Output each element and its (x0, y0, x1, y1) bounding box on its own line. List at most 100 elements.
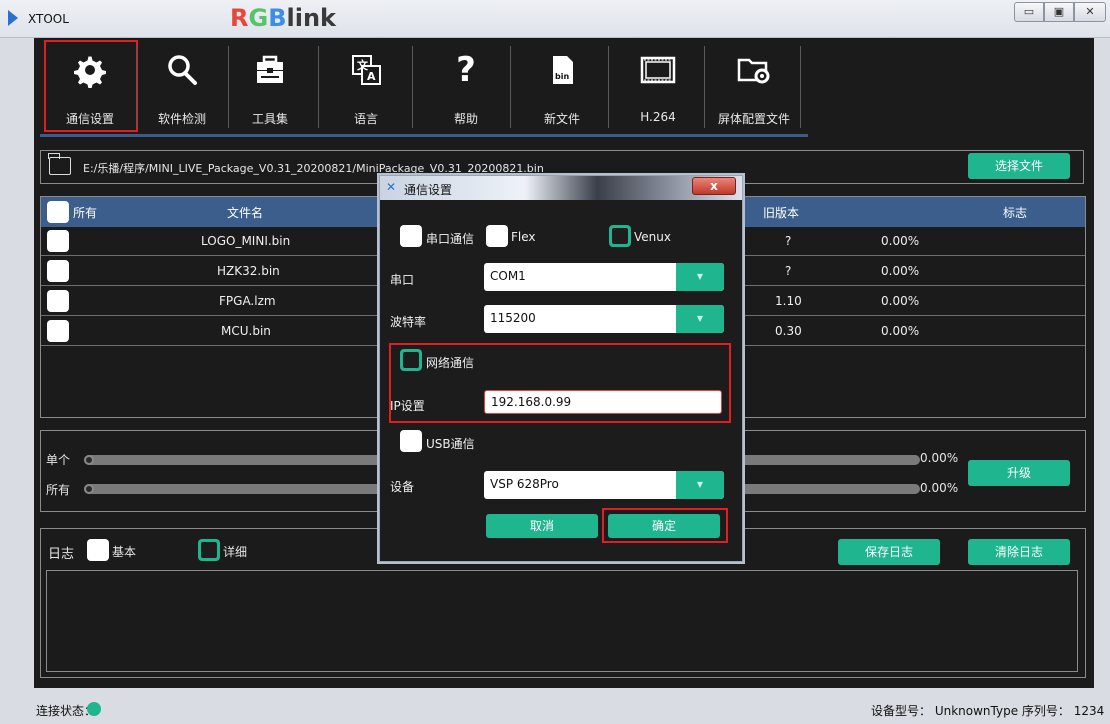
usb-comm-label: USB通信 (426, 437, 475, 451)
toolbar-divider (510, 46, 511, 128)
tool-label: 屏体配置文件 (717, 112, 790, 126)
ip-setting-label: IP设置 (390, 399, 425, 413)
left-frame (0, 38, 34, 724)
log-detail-checkbox[interactable] (198, 539, 220, 561)
window-minimize-button[interactable]: ▭ (1014, 2, 1044, 22)
language-icon: 文 A (352, 55, 381, 85)
toolbar-divider (136, 46, 137, 128)
dialog-title: 通信设置 (404, 183, 453, 197)
svg-text:bin: bin (555, 72, 569, 81)
choose-file-button[interactable]: 选择文件 (968, 153, 1070, 179)
toolbar-divider (412, 46, 413, 128)
chevron-down-icon: ▼ (676, 471, 724, 499)
tool-software-check[interactable]: 软件检测 (138, 42, 226, 130)
brand-logo: RGBlink (230, 4, 336, 32)
connection-status-indicator (87, 702, 101, 716)
log-label: 日志 (48, 547, 75, 562)
gear-icon (74, 56, 106, 88)
app-logo-icon (8, 10, 18, 26)
serial-port-value: COM1 (490, 269, 526, 283)
clear-log-button[interactable]: 清除日志 (968, 539, 1070, 565)
film-icon (640, 56, 676, 84)
row-filename: FPGA.lzm (219, 294, 276, 308)
venux-label: Venux (634, 230, 671, 244)
flex-label: Flex (511, 230, 536, 244)
toolbar-divider (318, 46, 319, 128)
row-checkbox[interactable] (47, 320, 69, 342)
ok-button[interactable]: 确定 (608, 514, 720, 538)
tool-screen-config[interactable]: 屏体配置文件 (710, 42, 798, 130)
serial-port-label: 串口 (390, 273, 415, 287)
log-basic-checkbox[interactable] (87, 539, 109, 561)
dialog-title-bar: ✕ 通信设置 x (380, 176, 742, 200)
baud-rate-value: 115200 (490, 311, 536, 325)
row-filename: MCU.bin (221, 324, 271, 338)
window-close-button[interactable]: ✕ (1074, 2, 1106, 22)
tool-label: 工具集 (251, 112, 288, 126)
file-path-text: E:/乐播/程序/MINI_LIVE_Package_V0.31_2020082… (83, 162, 544, 175)
device-info: 设备型号： UnknownType 序列号： 1234 (871, 704, 1105, 718)
tool-label: 帮助 (453, 112, 478, 126)
save-log-button[interactable]: 保存日志 (838, 539, 940, 565)
row-checkbox[interactable] (47, 260, 69, 282)
tool-label: H.264 (640, 110, 676, 124)
chevron-down-icon: ▼ (676, 263, 724, 291)
serial-port-select[interactable]: COM1 ▼ (484, 263, 724, 291)
row-percent: 0.00% (881, 264, 920, 278)
toolbar-underline (40, 134, 808, 137)
row-checkbox[interactable] (47, 290, 69, 312)
single-progress-label: 单个 (46, 453, 71, 467)
select-all-checkbox[interactable] (47, 201, 69, 223)
app-icon: ✕ (386, 180, 397, 194)
folder-icon[interactable] (48, 153, 71, 175)
app-title: XTOOL (28, 12, 69, 26)
chevron-down-icon: ▼ (676, 305, 724, 333)
log-textarea[interactable] (46, 570, 1078, 672)
header-old-version: 旧版本 (763, 206, 800, 220)
bin-file-icon: bin (553, 56, 573, 84)
log-basic-label: 基本 (112, 545, 137, 559)
single-progress-percent: 0.00% (920, 451, 959, 465)
tool-h264[interactable]: H.264 (614, 42, 702, 130)
folder-gear-icon (737, 58, 770, 84)
window-maximize-button[interactable]: ▣ (1044, 2, 1074, 22)
row-percent: 0.00% (881, 324, 920, 338)
device-select[interactable]: VSP 628Pro ▼ (484, 471, 724, 499)
tool-label: 通信设置 (65, 112, 114, 126)
tool-new-file[interactable]: bin 新文件 (518, 42, 606, 130)
venux-checkbox[interactable] (609, 225, 631, 247)
usb-comm-checkbox[interactable] (400, 430, 422, 452)
header-all: 所有 (73, 206, 98, 220)
row-percent: 0.00% (881, 294, 920, 308)
flex-checkbox[interactable] (486, 225, 508, 247)
device-value: VSP 628Pro (490, 477, 559, 491)
device-label: 设备 (390, 480, 415, 494)
baud-rate-label: 波特率 (390, 315, 427, 329)
network-comm-checkbox[interactable] (400, 349, 422, 371)
all-progress-knob (84, 484, 94, 494)
magnifier-icon (168, 55, 197, 85)
row-filename: LOGO_MINI.bin (201, 234, 291, 248)
dialog-close-button[interactable]: x (692, 177, 736, 195)
upgrade-button[interactable]: 升级 (968, 460, 1070, 486)
header-filename: 文件名 (227, 206, 264, 220)
toolbar-divider (704, 46, 705, 128)
tool-comm-settings[interactable]: 通信设置 (46, 42, 134, 130)
svg-text:A: A (367, 70, 376, 83)
serial-comm-checkbox[interactable] (400, 225, 422, 247)
header-flag: 标志 (1003, 206, 1028, 220)
tool-toolset[interactable]: 工具集 (226, 42, 314, 130)
tool-help[interactable]: ? 帮助 (422, 42, 510, 130)
tool-label: 语言 (353, 112, 378, 126)
row-percent: 0.00% (881, 234, 920, 248)
title-bar: XTOOL RGBlink ▭ ▣ ✕ (0, 0, 1110, 38)
baud-rate-select[interactable]: 115200 ▼ (484, 305, 724, 333)
row-checkbox[interactable] (47, 230, 69, 252)
row-filename: HZK32.bin (217, 264, 280, 278)
tool-label: 新文件 (543, 112, 580, 126)
tool-language[interactable]: 文 A 语言 (322, 42, 410, 130)
tool-label: 软件检测 (157, 112, 206, 126)
log-detail-label: 详细 (223, 545, 248, 559)
ip-address-input[interactable]: 192.168.0.99 (484, 390, 722, 414)
cancel-button[interactable]: 取消 (486, 514, 598, 538)
